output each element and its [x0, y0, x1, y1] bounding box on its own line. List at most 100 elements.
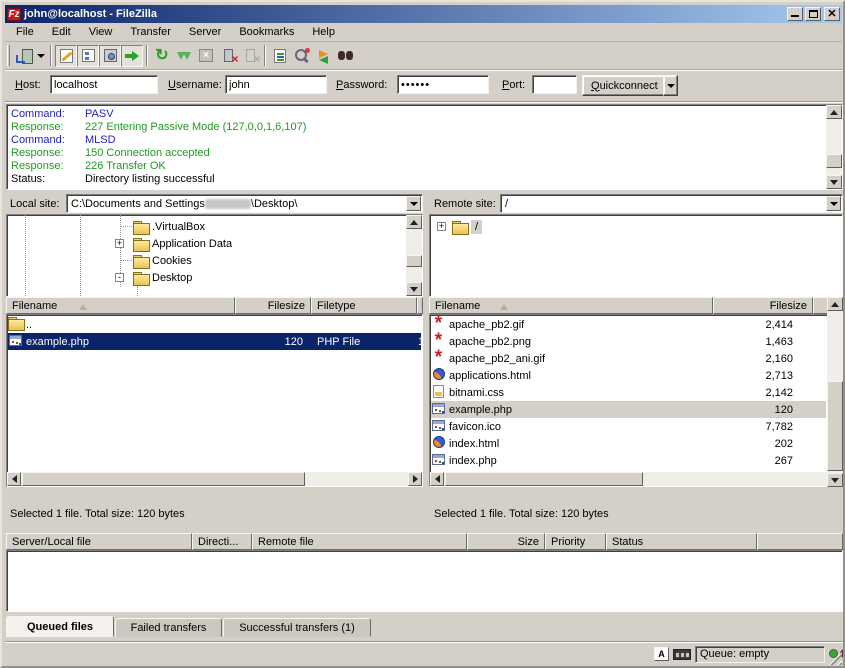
- toolbar-grip[interactable]: [7, 45, 10, 66]
- list-item[interactable]: *apache_pb2.gif2,414: [431, 316, 826, 333]
- scroll-down-icon[interactable]: [406, 282, 422, 296]
- tree-item-virtualbox[interactable]: .VirtualBox: [133, 218, 205, 235]
- column-header-filename[interactable]: Filename: [6, 297, 235, 314]
- transfer-queue-list[interactable]: [6, 550, 843, 612]
- toolbar: ↻ × × ×: [5, 42, 842, 70]
- scrollbar-thumb[interactable]: [445, 472, 643, 486]
- scrollbar-thumb[interactable]: [826, 154, 842, 168]
- scrollbar-thumb[interactable]: [406, 255, 422, 267]
- log-line: Command:MLSD: [11, 134, 116, 146]
- list-item[interactable]: favicon.ico7,782: [431, 418, 826, 435]
- list-item[interactable]: index.php267: [431, 452, 826, 469]
- tree-item-cookies[interactable]: Cookies: [133, 252, 192, 269]
- list-item[interactable]: bitnami.css2,142: [431, 384, 826, 401]
- local-list-hscrollbar[interactable]: [7, 472, 422, 486]
- tab-successful-transfers[interactable]: Successful transfers (1): [223, 618, 371, 637]
- column-header-remote-file[interactable]: Remote file: [252, 533, 467, 550]
- column-header-server-local-file[interactable]: Server/Local file: [6, 533, 192, 550]
- column-header-filesize[interactable]: Filesize: [713, 297, 813, 314]
- refresh-icon[interactable]: ↻: [151, 45, 173, 67]
- directory-filters-icon[interactable]: [269, 45, 291, 67]
- list-item[interactable]: *apache_pb2.png1,463: [431, 333, 826, 350]
- scroll-down-icon[interactable]: [827, 473, 843, 487]
- scroll-left-icon[interactable]: [430, 472, 444, 486]
- local-site-dropdown-icon[interactable]: [406, 196, 421, 211]
- list-item-selected[interactable]: example.php120: [431, 401, 826, 418]
- local-tree-scrollbar[interactable]: [406, 215, 422, 296]
- maximize-button[interactable]: [805, 7, 821, 21]
- toggle-local-tree-icon[interactable]: [77, 45, 99, 67]
- expand-icon[interactable]: +: [115, 239, 124, 248]
- menu-transfer[interactable]: Transfer: [121, 24, 180, 40]
- column-header-filetype[interactable]: Filetype: [311, 297, 417, 314]
- remote-site-combobox[interactable]: /: [500, 194, 843, 213]
- scrollbar-thumb[interactable]: [22, 472, 305, 486]
- username-input[interactable]: [225, 75, 327, 94]
- column-header-filler: [757, 533, 843, 550]
- tab-failed-transfers[interactable]: Failed transfers: [115, 618, 222, 637]
- minimize-button[interactable]: [787, 7, 803, 21]
- find-files-icon[interactable]: [335, 45, 357, 67]
- toggle-transfer-queue-icon[interactable]: [121, 45, 143, 67]
- directory-comparison-icon[interactable]: [291, 45, 313, 67]
- scroll-down-icon[interactable]: [826, 175, 842, 189]
- list-item[interactable]: *apache_pb2_ani.gif2,160: [431, 350, 826, 367]
- queue-tabs: Queued files Failed transfers Successful…: [6, 616, 506, 638]
- menu-view[interactable]: View: [80, 24, 122, 40]
- column-header-direction[interactable]: Directi...: [192, 533, 252, 550]
- menu-bookmarks[interactable]: Bookmarks: [230, 24, 303, 40]
- list-item[interactable]: applications.html2,713: [431, 367, 826, 384]
- remote-site-dropdown-icon[interactable]: [826, 196, 841, 211]
- port-input[interactable]: [532, 75, 577, 94]
- column-header-filename[interactable]: Filename: [429, 297, 713, 314]
- list-item-example-php[interactable]: example.php 120 PHP File 1: [8, 333, 421, 350]
- ascii-datatype-icon[interactable]: A: [654, 647, 669, 661]
- list-item[interactable]: index.html202: [431, 435, 826, 452]
- menu-edit[interactable]: Edit: [43, 24, 80, 40]
- close-button[interactable]: ✕: [824, 7, 840, 21]
- remote-list-hscrollbar[interactable]: [430, 472, 842, 486]
- toggle-message-log-icon[interactable]: [55, 45, 77, 67]
- menu-server[interactable]: Server: [180, 24, 230, 40]
- toolbar-separator: [50, 45, 52, 66]
- tree-item-root[interactable]: /: [452, 218, 482, 235]
- scroll-right-icon[interactable]: [408, 472, 422, 486]
- synchronized-browsing-icon[interactable]: [313, 45, 335, 67]
- scroll-up-icon[interactable]: [827, 297, 843, 311]
- menu-help[interactable]: Help: [303, 24, 344, 40]
- password-input[interactable]: [397, 75, 489, 94]
- host-input[interactable]: [50, 75, 158, 94]
- menu-file[interactable]: File: [7, 24, 43, 40]
- column-header-priority[interactable]: Priority: [545, 533, 606, 550]
- site-manager-icon[interactable]: [13, 45, 35, 67]
- log-scrollbar[interactable]: [826, 105, 842, 189]
- local-site-combobox[interactable]: C:\Documents and Settings\Desktop\: [66, 194, 423, 213]
- toggle-remote-tree-icon[interactable]: [99, 45, 121, 67]
- disconnect-icon[interactable]: ×: [217, 45, 239, 67]
- tree-item-desktop[interactable]: Desktop: [133, 269, 192, 286]
- tree-item-application-data[interactable]: Application Data: [133, 235, 232, 252]
- collapse-icon[interactable]: -: [115, 273, 124, 282]
- list-item-parent-dir[interactable]: ..: [8, 316, 421, 333]
- quickconnect-button[interactable]: Quickconnect: [582, 75, 667, 96]
- reconnect-icon[interactable]: ×: [239, 45, 261, 67]
- quickconnect-dropdown-icon[interactable]: [663, 75, 678, 96]
- html-file-icon: [431, 368, 446, 383]
- column-header-size[interactable]: Size: [467, 533, 545, 550]
- remote-list-vscrollbar[interactable]: [827, 297, 843, 487]
- scroll-up-icon[interactable]: [826, 105, 842, 119]
- expand-icon[interactable]: +: [437, 222, 446, 231]
- scroll-left-icon[interactable]: [7, 472, 21, 486]
- remote-site-label: Remote site:: [434, 198, 496, 210]
- column-header-lastmodified[interactable]: L: [417, 297, 423, 314]
- column-header-filesize[interactable]: Filesize: [235, 297, 311, 314]
- scrollbar-thumb[interactable]: [827, 381, 843, 471]
- speed-limits-icon[interactable]: [673, 649, 691, 660]
- process-queue-icon[interactable]: [173, 45, 195, 67]
- site-manager-dropdown-icon[interactable]: [35, 45, 47, 67]
- tab-queued-files[interactable]: Queued files: [6, 616, 114, 637]
- cancel-operation-icon[interactable]: ×: [195, 45, 217, 67]
- column-header-status[interactable]: Status: [606, 533, 757, 550]
- title-bar[interactable]: Fz john@localhost - FileZilla ✕: [5, 5, 842, 23]
- scroll-up-icon[interactable]: [406, 215, 422, 229]
